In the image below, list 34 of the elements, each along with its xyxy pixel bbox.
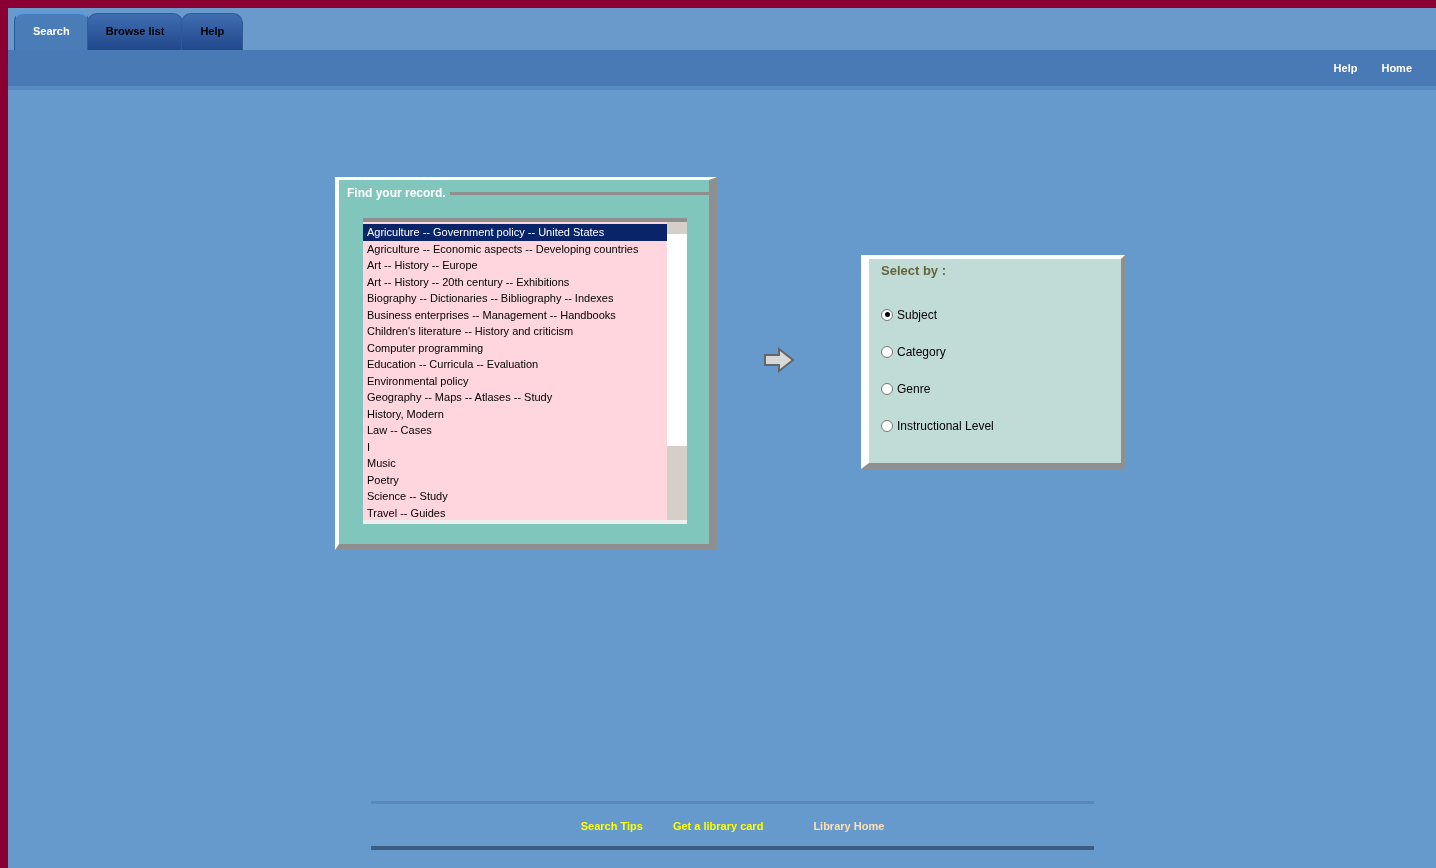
- panel-title: Select by :: [881, 263, 948, 278]
- list-item[interactable]: Geography -- Maps -- Atlases -- Study: [363, 389, 667, 406]
- list-item[interactable]: Music: [363, 455, 667, 472]
- list-item[interactable]: Science -- Study: [363, 488, 667, 505]
- list-item[interactable]: Business enterprises -- Management -- Handbooks: [363, 306, 667, 323]
- list-item[interactable]: Art -- History -- Europe: [363, 257, 667, 274]
- radio-label: Instructional Level: [897, 418, 994, 433]
- radio-button[interactable]: [881, 345, 893, 358]
- header-link[interactable]: Home: [1381, 62, 1412, 74]
- list-item[interactable]: Children's literature -- History and criticism: [363, 323, 667, 340]
- list-item[interactable]: Travel -- Guides: [363, 504, 667, 520]
- panel-title: Find your record.: [347, 186, 446, 200]
- arrow-icon: [763, 347, 795, 373]
- radio-label: Subject: [897, 307, 938, 322]
- list-item[interactable]: Agriculture -- Economic aspects -- Developing countries: [363, 240, 667, 257]
- list-item[interactable]: Agriculture -- Government policy -- United States: [363, 224, 667, 241]
- radio-button[interactable]: [881, 419, 893, 432]
- radio-button[interactable]: [881, 308, 893, 321]
- radio-label: Category: [897, 344, 946, 359]
- tab[interactable]: Search: [14, 11, 89, 50]
- scrollbar[interactable]: [667, 222, 687, 520]
- radio-label: Genre: [897, 381, 931, 396]
- list-item[interactable]: Environmental policy: [363, 372, 667, 389]
- list-box[interactable]: [363, 218, 687, 524]
- list-item[interactable]: Poetry: [363, 471, 667, 488]
- list-item[interactable]: Computer programming: [363, 339, 667, 356]
- radio-button[interactable]: [881, 382, 893, 395]
- list-item[interactable]: History, Modern: [363, 405, 667, 422]
- list-item[interactable]: Law -- Cases: [363, 422, 667, 439]
- list-item[interactable]: I: [363, 438, 667, 455]
- list-item[interactable]: Art -- History -- 20th century -- Exhibitions: [363, 273, 667, 290]
- list-item[interactable]: Education -- Curricula -- Evaluation: [363, 356, 667, 373]
- list-item[interactable]: Biography -- Dictionaries -- Bibliography -- Indexes: [363, 290, 667, 307]
- header-link[interactable]: Help: [1333, 62, 1358, 74]
